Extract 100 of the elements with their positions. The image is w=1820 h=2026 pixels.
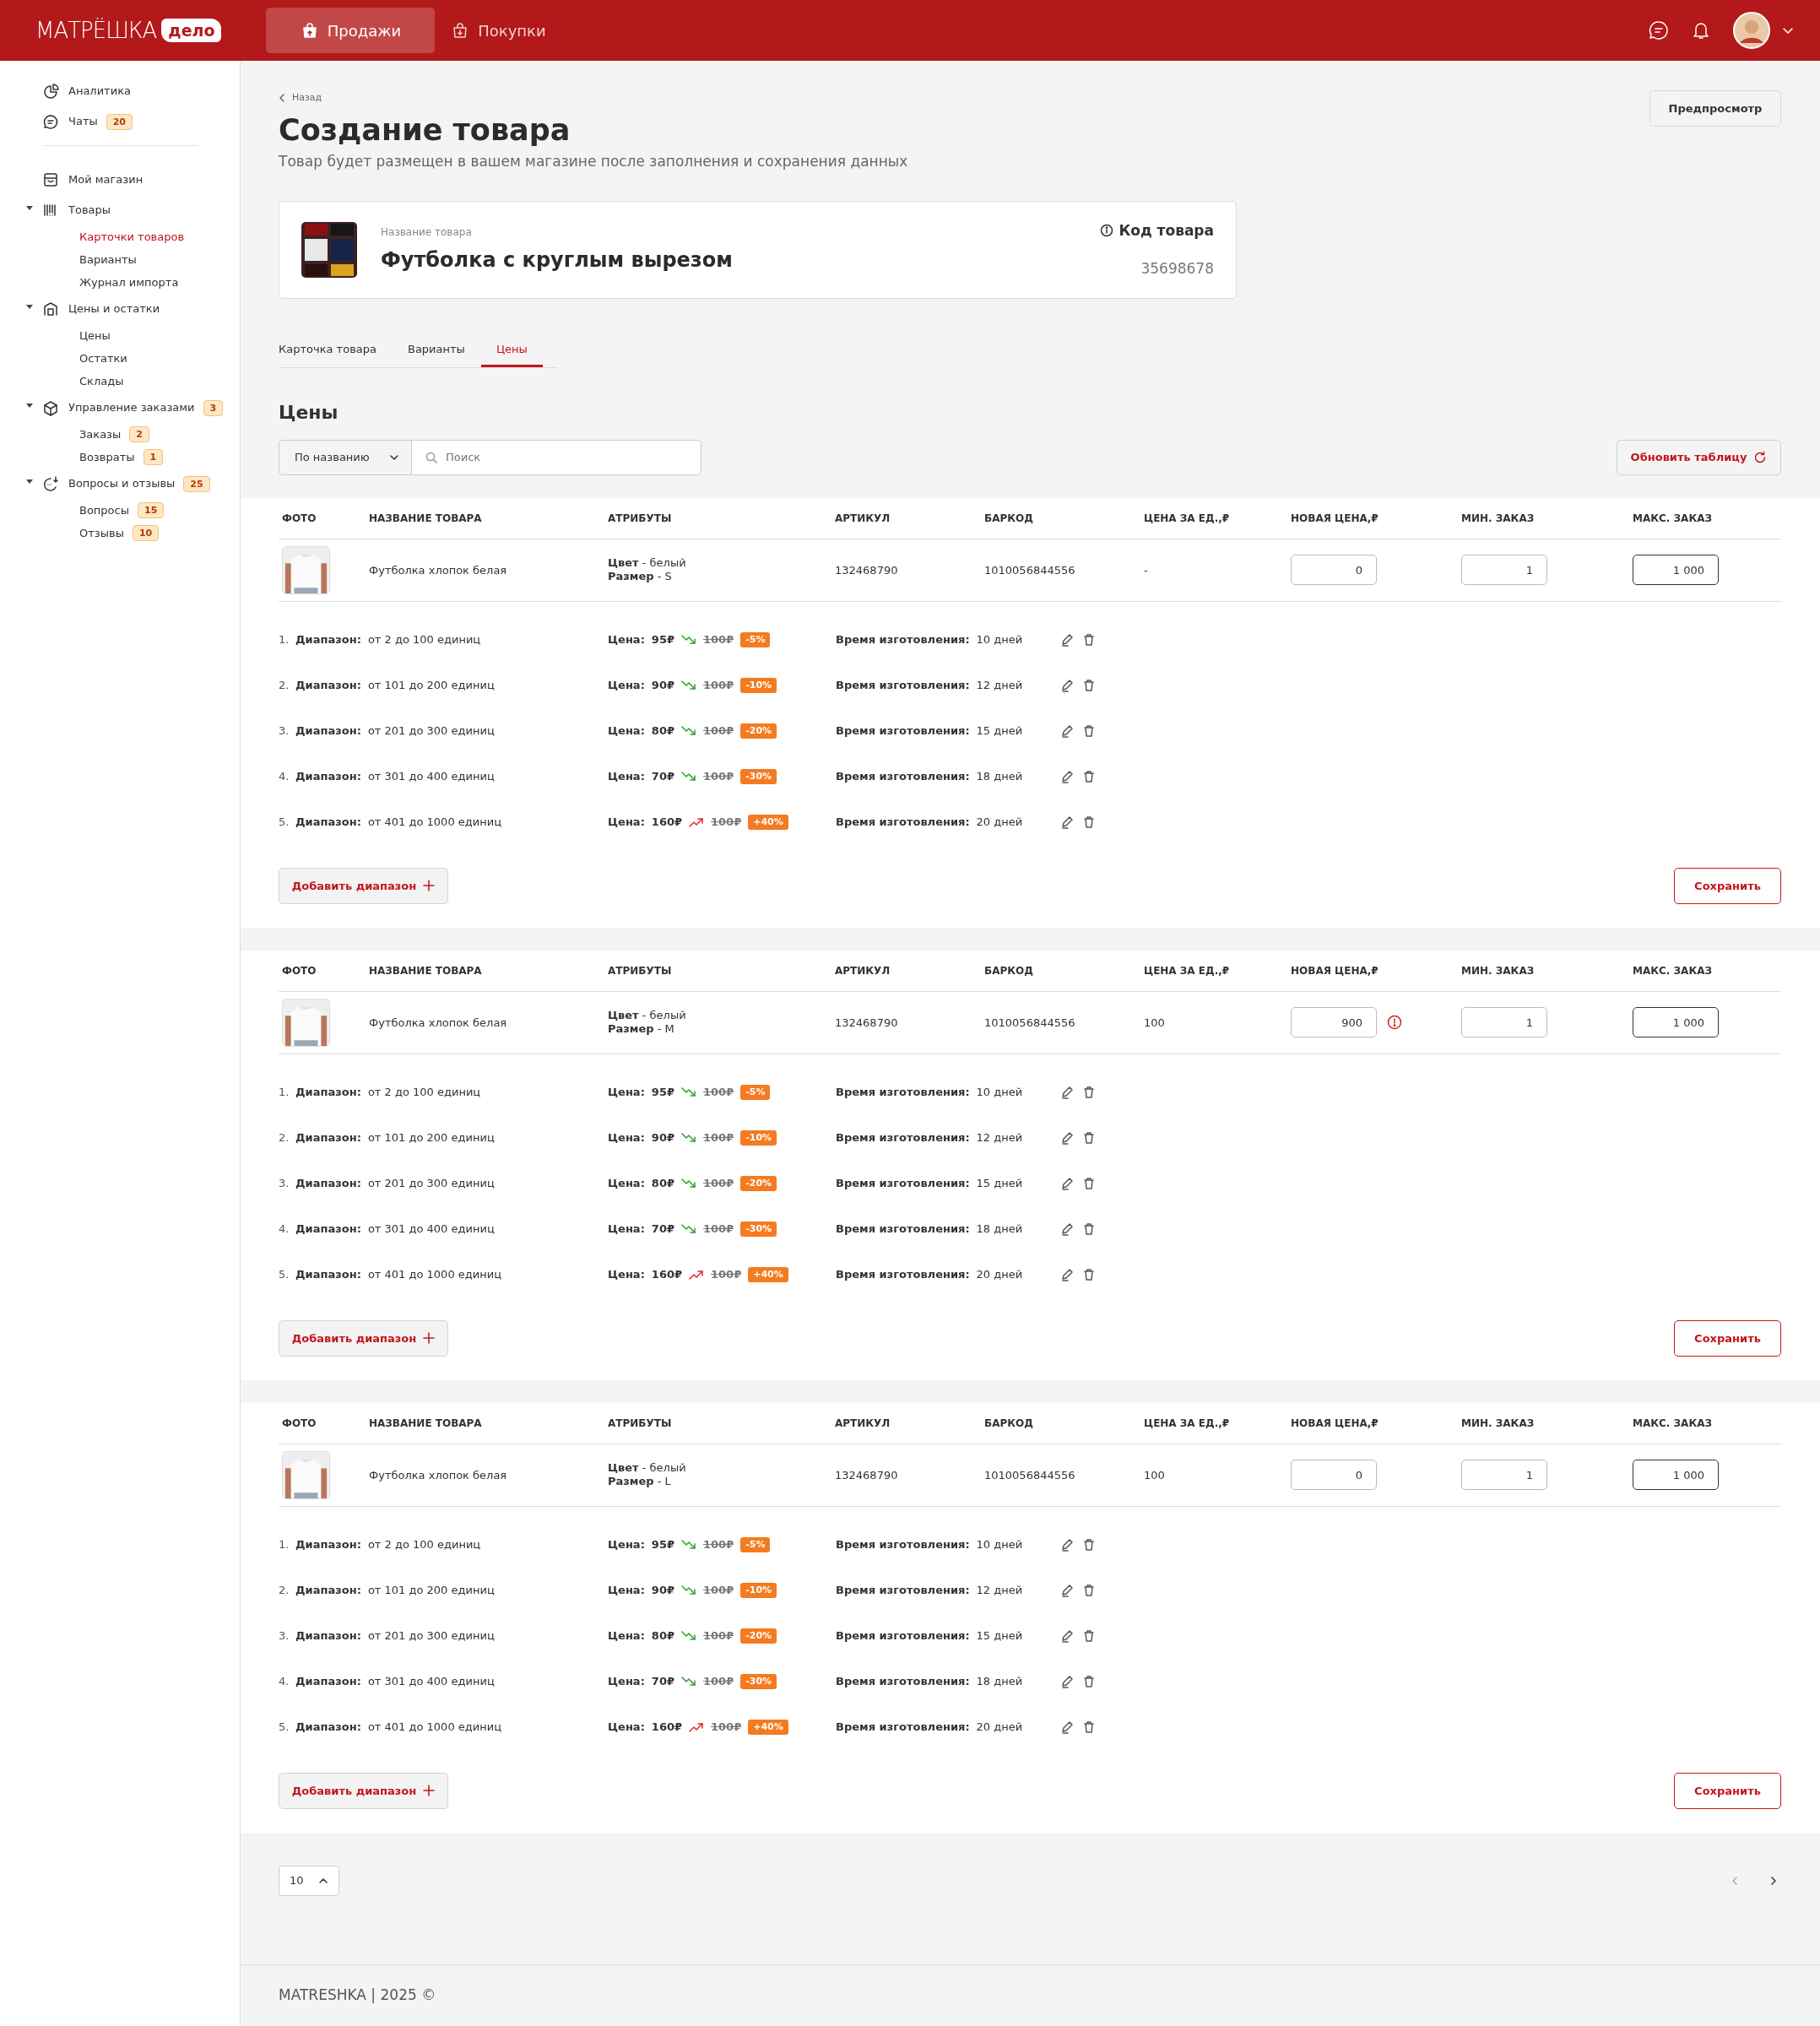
old-price: 100₽ (703, 769, 734, 785)
max-order-input[interactable]: 1 000 (1633, 1007, 1719, 1038)
edit-button[interactable] (1060, 678, 1074, 692)
sidebar-subitem[interactable]: Остатки (79, 349, 127, 367)
edit-button[interactable] (1060, 1267, 1074, 1281)
price-label: Цена: (608, 678, 645, 694)
range-value: от 401 до 1000 единиц (367, 815, 502, 831)
column-header: БАРКОД (984, 963, 1034, 978)
sidebar-subitem[interactable]: Возвраты (79, 448, 135, 466)
delete-button[interactable] (1082, 769, 1096, 783)
old-price: 100₽ (703, 1222, 734, 1238)
price-input[interactable]: 900 (1291, 1007, 1377, 1038)
delete-button[interactable] (1082, 1176, 1096, 1190)
min-order-input[interactable]: 1 (1461, 555, 1547, 586)
chevron-right-icon (1769, 1875, 1778, 1886)
sidebar-subitem[interactable]: Журнал импорта (79, 274, 179, 291)
price-label: Цена: (608, 1085, 645, 1101)
delete-button[interactable] (1082, 1628, 1096, 1643)
add-range-button[interactable]: Добавить диапазон (279, 1319, 448, 1357)
edit-button[interactable] (1060, 1720, 1074, 1734)
max-order-input[interactable]: 1 000 (1633, 555, 1719, 586)
sort-dropdown[interactable]: По названию (279, 439, 412, 475)
nav-tab[interactable]: Продажи (266, 8, 436, 53)
sidebar-subitem[interactable]: Карточки товаров (79, 228, 185, 246)
sidebar-item[interactable]: Чаты (42, 113, 98, 130)
logo-badge: дело (161, 19, 222, 42)
delete-button[interactable] (1082, 1085, 1096, 1099)
next-page-button[interactable] (1769, 1875, 1778, 1886)
add-range-button[interactable]: Добавить диапазон (279, 1772, 448, 1809)
sidebar-subitem[interactable]: Заказы (79, 425, 122, 443)
old-price: 100₽ (703, 678, 734, 694)
trash-icon (1082, 1537, 1096, 1552)
min-order-input[interactable]: 1 (1461, 1460, 1547, 1491)
search-field[interactable]: Поиск (412, 439, 701, 475)
save-button[interactable]: Сохранить (1674, 1772, 1781, 1809)
sidebar-item[interactable]: Управление заказами (42, 399, 195, 416)
edit-button[interactable] (1060, 1176, 1074, 1190)
delete-button[interactable] (1082, 1222, 1096, 1236)
edit-button[interactable] (1060, 1628, 1074, 1643)
pencil-icon (1060, 1720, 1074, 1734)
edit-button[interactable] (1060, 769, 1074, 783)
old-price: 100₽ (711, 815, 742, 831)
sidebar-subitem[interactable]: Вопросы (79, 501, 129, 519)
delete-button[interactable] (1082, 632, 1096, 647)
delete-button[interactable] (1082, 1674, 1096, 1688)
sidebar-item[interactable]: Мой магазин (42, 171, 144, 188)
edit-button[interactable] (1060, 1085, 1074, 1099)
delete-button[interactable] (1082, 723, 1096, 738)
range-value: от 301 до 400 единиц (367, 769, 495, 785)
column-header: БАРКОД (984, 511, 1034, 526)
delete-button[interactable] (1082, 1537, 1096, 1552)
edit-button[interactable] (1060, 1674, 1074, 1688)
delete-button[interactable] (1082, 1267, 1096, 1281)
sidebar-subitem[interactable]: Цены (79, 327, 111, 344)
row-number: 4. (279, 1674, 289, 1690)
refresh-icon (1753, 450, 1768, 464)
edit-button[interactable] (1060, 1537, 1074, 1552)
row-number: 2. (279, 1130, 289, 1146)
edit-button[interactable] (1060, 723, 1074, 738)
sidebar-subitem[interactable]: Отзывы (79, 524, 124, 542)
sidebar-item[interactable]: Цены и остатки (42, 301, 160, 317)
sidebar-subitem[interactable]: Склады (79, 372, 124, 390)
avatar[interactable] (1732, 11, 1771, 50)
add-range-button[interactable]: Добавить диапазон (279, 867, 448, 904)
range-value: от 101 до 200 единиц (367, 678, 495, 694)
delete-button[interactable] (1082, 815, 1096, 829)
tab[interactable]: Цены (480, 336, 543, 367)
sidebar-item[interactable]: Аналитика (42, 83, 131, 100)
edit-button[interactable] (1060, 1130, 1074, 1145)
delete-button[interactable] (1082, 1720, 1096, 1734)
price-input[interactable]: 0 (1291, 555, 1377, 586)
save-button[interactable]: Сохранить (1674, 867, 1781, 904)
save-button[interactable]: Сохранить (1674, 1319, 1781, 1357)
sidebar-item[interactable]: Товары (42, 202, 111, 219)
sidebar-subitem[interactable]: Варианты (79, 251, 137, 268)
sidebar-item[interactable]: Вопросы и отзывы (42, 475, 176, 492)
code-label: Код товара (1119, 220, 1214, 241)
edit-button[interactable] (1060, 1222, 1074, 1236)
edit-button[interactable] (1060, 815, 1074, 829)
tab[interactable]: Карточка товара (279, 336, 376, 367)
tab[interactable]: Варианты (408, 336, 465, 367)
time-label: Время изготовления: (836, 1720, 970, 1736)
edit-button[interactable] (1060, 1583, 1074, 1597)
discount-badge: -10% (740, 1582, 777, 1599)
delete-button[interactable] (1082, 678, 1096, 692)
refresh-button[interactable]: Обновить таблицу (1617, 439, 1781, 475)
price-input[interactable]: 0 (1291, 1460, 1377, 1491)
max-order-input[interactable]: 1 000 (1633, 1460, 1719, 1491)
page-size-select[interactable]: 10 (279, 1865, 339, 1896)
chat-button[interactable] (1648, 19, 1670, 41)
back-link[interactable]: Назад (279, 90, 322, 106)
delete-button[interactable] (1082, 1130, 1096, 1145)
edit-button[interactable] (1060, 632, 1074, 647)
count-badge: 15 (138, 502, 165, 518)
preview-button[interactable]: Предпросмотр (1649, 90, 1781, 127)
time-value: 12 дней (976, 1130, 1023, 1146)
delete-button[interactable] (1082, 1583, 1096, 1597)
min-order-input[interactable]: 1 (1461, 1007, 1547, 1038)
article-number: 132468790 (835, 562, 899, 578)
nav-tab[interactable]: Покупки (435, 8, 562, 53)
